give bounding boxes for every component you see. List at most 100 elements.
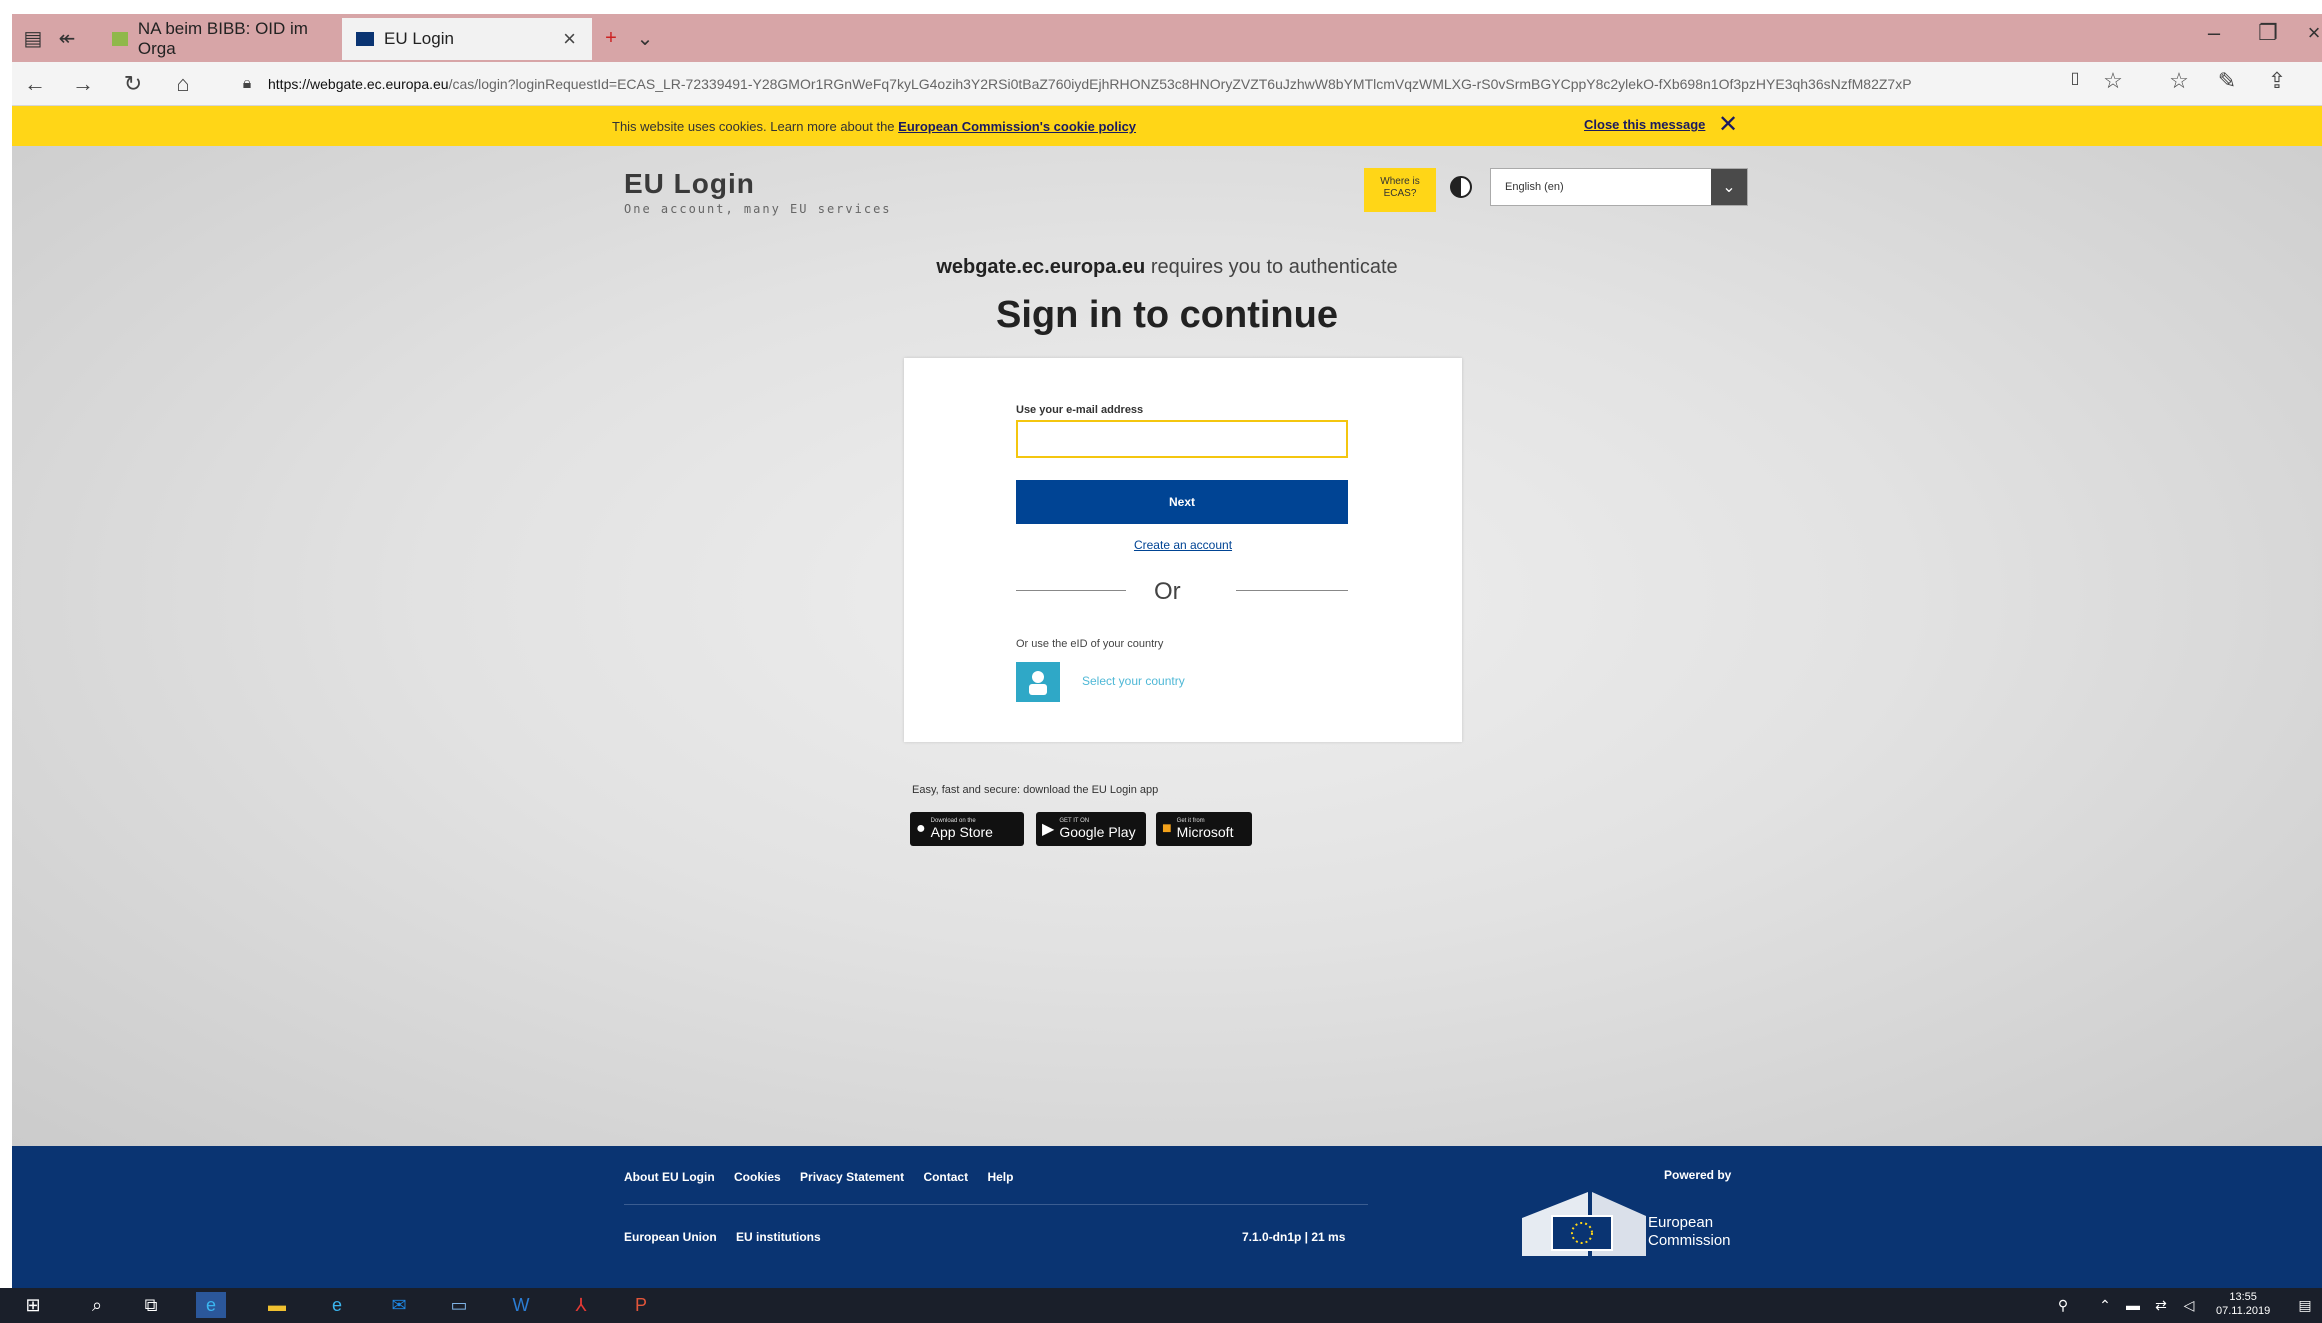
eu-favicon-icon [356,32,374,46]
create-account-link[interactable]: Create an account [904,538,1462,552]
new-tab-icon[interactable]: + [596,22,626,54]
reading-view-icon[interactable]: ▯ [2058,68,2092,88]
eu-login-brand: EU Login One account, many EU services [624,168,892,216]
clock-time: 13:55 [2229,1291,2257,1303]
search-icon[interactable]: ⌕ [82,1292,112,1318]
next-button[interactable]: Next [1016,480,1348,524]
back-icon[interactable]: ← [18,68,52,100]
screen-edge [0,0,12,1288]
edge-browser-icon[interactable]: e [196,1292,226,1318]
network-icon[interactable]: ▬ [2118,1292,2148,1318]
set-aside-tabs-icon[interactable]: ↞ [52,22,82,54]
home-icon[interactable]: ⌂ [166,68,200,100]
page-body: EU Login One account, many EU services W… [12,146,2322,1146]
divider [1016,590,1126,591]
google-play-button[interactable]: ▶ GET IT ON Google Play [1036,812,1146,846]
file-explorer-icon[interactable]: ▬ [262,1292,292,1318]
eid-person-icon[interactable] [1016,662,1060,702]
eu-institutions-link[interactable]: EU institutions [736,1230,821,1244]
chevron-down-icon[interactable]: ⌄ [1711,169,1747,205]
refresh-icon[interactable]: ↻ [116,68,150,100]
minimize-icon[interactable]: – [2194,20,2234,46]
favorites-hub-icon[interactable]: ☆ [2162,68,2196,94]
tab-na-bibb[interactable]: NA beim BIBB: OID im Orga [98,18,340,60]
email-field[interactable] [1016,420,1348,458]
page-title: Sign in to continue [996,294,1338,336]
cookie-policy-link[interactable]: European Commission's cookie policy [898,119,1136,134]
lock-icon: 🔒︎ [242,75,252,92]
word-icon[interactable]: W [506,1292,536,1318]
notifications-icon[interactable]: ▤ [2290,1292,2320,1318]
requires-suffix: requires you to authenticate [1145,256,1398,278]
acrobat-icon[interactable]: ⅄ [566,1292,596,1318]
windows-taskbar: ⊞ ⌕ ⧉ e ▬ e ✉ ▭ W ⅄ P ⚲ ⌃ ▬ ⇄ ◁ 13:55 07… [0,1288,2322,1323]
clock-date: 07.11.2019 [2216,1305,2271,1317]
language-select[interactable]: English (en) ⌄ [1490,168,1748,206]
powerpoint-icon[interactable]: P [626,1292,656,1318]
display-icon[interactable]: ▭ [444,1292,474,1318]
task-view-icon[interactable]: ⧉ [136,1292,166,1318]
requesting-domain: webgate.ec.europa.eu [936,256,1146,278]
outlook-icon[interactable]: ✉ [384,1292,414,1318]
or-separator: Or [1154,578,1181,605]
contrast-toggle-icon[interactable] [1450,176,1472,198]
help-link[interactable]: Help [987,1170,1013,1184]
address-bar: ← → ↻ ⌂ 🔒︎ https://webgate.ec.europa.eu/… [12,62,2322,106]
footer-links: About EU Login Cookies Privacy Statement… [624,1170,1029,1184]
url-field[interactable]: https://webgate.ec.europa.eu/cas/login?l… [268,70,2088,98]
tab-label: NA beim BIBB: OID im Orga [137,19,308,58]
taskbar-clock[interactable]: 13:55 07.11.2019 [2216,1290,2270,1318]
pen-icon[interactable]: ✎ [2210,68,2244,94]
brand-title: EU Login [624,168,755,199]
tab-label: EU Login [384,29,454,48]
email-label: Use your e-mail address [1016,404,1144,416]
browser-titlebar: ▤ ↞ NA beim BIBB: OID im Orga EU Login ×… [12,14,2322,62]
privacy-statement-link[interactable]: Privacy Statement [800,1170,904,1184]
auth-requirement-text: webgate.ec.europa.eu requires you to aut… [12,256,2322,279]
tab-actions-icon[interactable]: ▤ [18,22,48,54]
footer-bottom-links: European Union EU institutions [624,1230,837,1244]
chevron-up-icon[interactable]: ⌃ [2090,1292,2120,1318]
people-icon[interactable]: ⚲ [2048,1292,2078,1318]
ec-name: European Commission [1648,1214,1731,1250]
language-value: English (en) [1505,181,1564,193]
divider [1236,590,1348,591]
login-card: Use your e-mail address Next Create an a… [904,358,1462,742]
tab-eu-login[interactable]: EU Login × [342,18,592,60]
internet-explorer-icon[interactable]: e [322,1292,352,1318]
powered-by-label: Powered by [1664,1168,1732,1182]
footer: About EU Login Cookies Privacy Statement… [12,1146,2322,1288]
apple-icon: ● [916,820,926,837]
about-eu-login-link[interactable]: About EU Login [624,1170,715,1184]
url-host: https://webgate.ec.europa.eu [268,76,449,92]
close-cookie-message-link[interactable]: Close this message [1584,117,1705,132]
close-icon[interactable]: ✕ [1718,110,1738,139]
restore-icon[interactable]: ❐ [2248,20,2288,46]
bibb-favicon-icon [112,32,128,46]
windows-start-icon[interactable]: ⊞ [18,1292,48,1318]
where-is-ecas-badge[interactable]: Where is ECAS? [1364,168,1436,212]
favorite-icon[interactable]: ☆ [2096,68,2130,94]
cookie-text: This website uses cookies. Learn more ab… [612,119,899,134]
contact-link[interactable]: Contact [923,1170,968,1184]
cookie-message: This website uses cookies. Learn more ab… [612,119,1136,134]
close-window-icon[interactable]: × [2294,20,2322,46]
cookies-link[interactable]: Cookies [734,1170,781,1184]
volume-icon[interactable]: ◁ [2174,1292,2204,1318]
tab-list-chevron-icon[interactable]: ⌄ [630,22,660,54]
forward-icon[interactable]: → [66,68,100,100]
ec-name-line2: Commission [1648,1232,1731,1249]
european-union-link[interactable]: European Union [624,1230,717,1244]
ec-name-line1: European [1648,1214,1714,1231]
microsoft-icon: ■ [1162,820,1172,837]
version-info: 7.1.0-dn1p | 21 ms [1242,1230,1346,1244]
google-play-icon: ▶ [1042,821,1055,838]
close-tab-icon[interactable]: × [563,26,576,52]
store-name: App Store [930,824,993,840]
store-name: Microsoft [1176,824,1234,840]
microsoft-store-button[interactable]: ■ Get it from Microsoft [1156,812,1252,846]
select-country-link[interactable]: Select your country [1082,674,1185,688]
share-icon[interactable]: ⇪ [2260,68,2294,94]
sync-icon[interactable]: ⇄ [2146,1292,2176,1318]
app-store-button[interactable]: ● Download on the App Store [910,812,1024,846]
